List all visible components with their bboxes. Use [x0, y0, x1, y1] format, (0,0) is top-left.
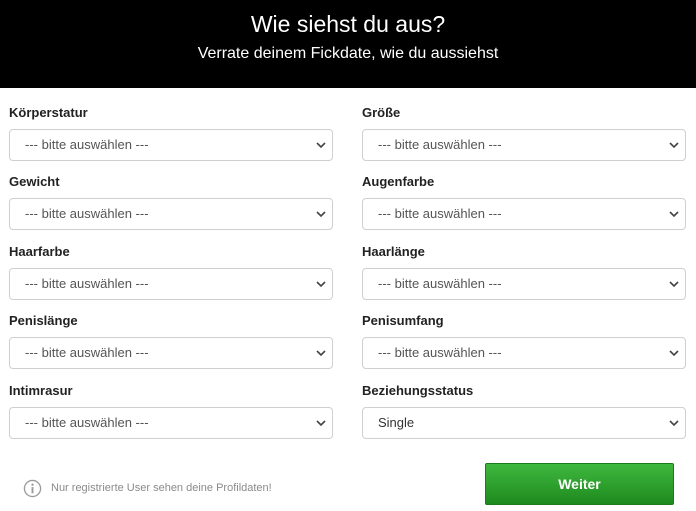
groesse-select[interactable]: --- bitte auswählen ---	[362, 129, 686, 161]
info-icon	[23, 479, 42, 497]
augenfarbe-select[interactable]: --- bitte auswählen ---	[362, 198, 686, 230]
field-label: Augenfarbe	[362, 174, 435, 189]
field-label: Gewicht	[9, 174, 60, 189]
field-label: Haarfarbe	[9, 244, 70, 259]
select-value: --- bitte auswählen ---	[25, 276, 149, 291]
page-subtitle: Verrate deinem Fickdate, wie du aussiehs…	[197, 45, 499, 62]
field-label: Beziehungsstatus	[362, 383, 474, 398]
field-penislaenge: Penislänge --- bitte auswählen ---	[9, 312, 333, 369]
field-label: Haarlänge	[362, 244, 425, 259]
select-value: --- bitte auswählen ---	[378, 137, 502, 152]
page-header: Wie siehst du aus? Verrate deinem Fickda…	[0, 0, 696, 88]
select-value: --- bitte auswählen ---	[378, 345, 502, 360]
field-haarlaenge: Haarlänge --- bitte auswählen ---	[362, 243, 686, 300]
chevron-down-icon	[316, 211, 326, 218]
privacy-notice-text: Nur registrierte User sehen deine Profil…	[51, 482, 272, 494]
chevron-down-icon	[316, 142, 326, 149]
select-value: Single	[378, 415, 415, 430]
chevron-down-icon	[669, 350, 679, 357]
field-label: Größe	[362, 105, 401, 120]
gewicht-select[interactable]: --- bitte auswählen ---	[9, 198, 333, 230]
select-value: --- bitte auswählen ---	[378, 206, 502, 221]
weiter-button[interactable]: Weiter	[485, 463, 674, 505]
field-koerperstatur: Körperstatur --- bitte auswählen ---	[9, 104, 333, 161]
chevron-down-icon	[669, 420, 679, 427]
select-value: --- bitte auswählen ---	[25, 345, 149, 360]
field-penisumfang: Penisumfang --- bitte auswählen ---	[362, 312, 686, 369]
penislaenge-select[interactable]: --- bitte auswählen ---	[9, 337, 333, 369]
field-label: Penislänge	[9, 313, 78, 328]
haarlaenge-select[interactable]: --- bitte auswählen ---	[362, 268, 686, 300]
penisumfang-select[interactable]: --- bitte auswählen ---	[362, 337, 686, 369]
chevron-down-icon	[316, 350, 326, 357]
privacy-notice: Nur registrierte User sehen deine Profil…	[23, 478, 272, 498]
select-value: --- bitte auswählen ---	[378, 276, 502, 291]
chevron-down-icon	[316, 420, 326, 427]
field-intimrasur: Intimrasur --- bitte auswählen ---	[9, 382, 333, 439]
select-value: --- bitte auswählen ---	[25, 137, 149, 152]
select-value: --- bitte auswählen ---	[25, 415, 149, 430]
field-label: Körperstatur	[9, 105, 88, 120]
field-groesse: Größe --- bitte auswählen ---	[362, 104, 686, 161]
beziehungsstatus-select[interactable]: Single	[362, 407, 686, 439]
koerperstatur-select[interactable]: --- bitte auswählen ---	[9, 129, 333, 161]
page-title: Wie siehst du aus?	[250, 11, 446, 37]
field-label: Penisumfang	[362, 313, 444, 328]
field-beziehungsstatus: Beziehungsstatus Single	[362, 382, 686, 439]
select-value: --- bitte auswählen ---	[25, 206, 149, 221]
field-gewicht: Gewicht --- bitte auswählen ---	[9, 173, 333, 230]
chevron-down-icon	[669, 211, 679, 218]
chevron-down-icon	[316, 281, 326, 288]
intimrasur-select[interactable]: --- bitte auswählen ---	[9, 407, 333, 439]
chevron-down-icon	[669, 281, 679, 288]
field-label: Intimrasur	[9, 383, 73, 398]
field-haarfarbe: Haarfarbe --- bitte auswählen ---	[9, 243, 333, 300]
field-augenfarbe: Augenfarbe --- bitte auswählen ---	[362, 173, 686, 230]
chevron-down-icon	[669, 142, 679, 149]
haarfarbe-select[interactable]: --- bitte auswählen ---	[9, 268, 333, 300]
